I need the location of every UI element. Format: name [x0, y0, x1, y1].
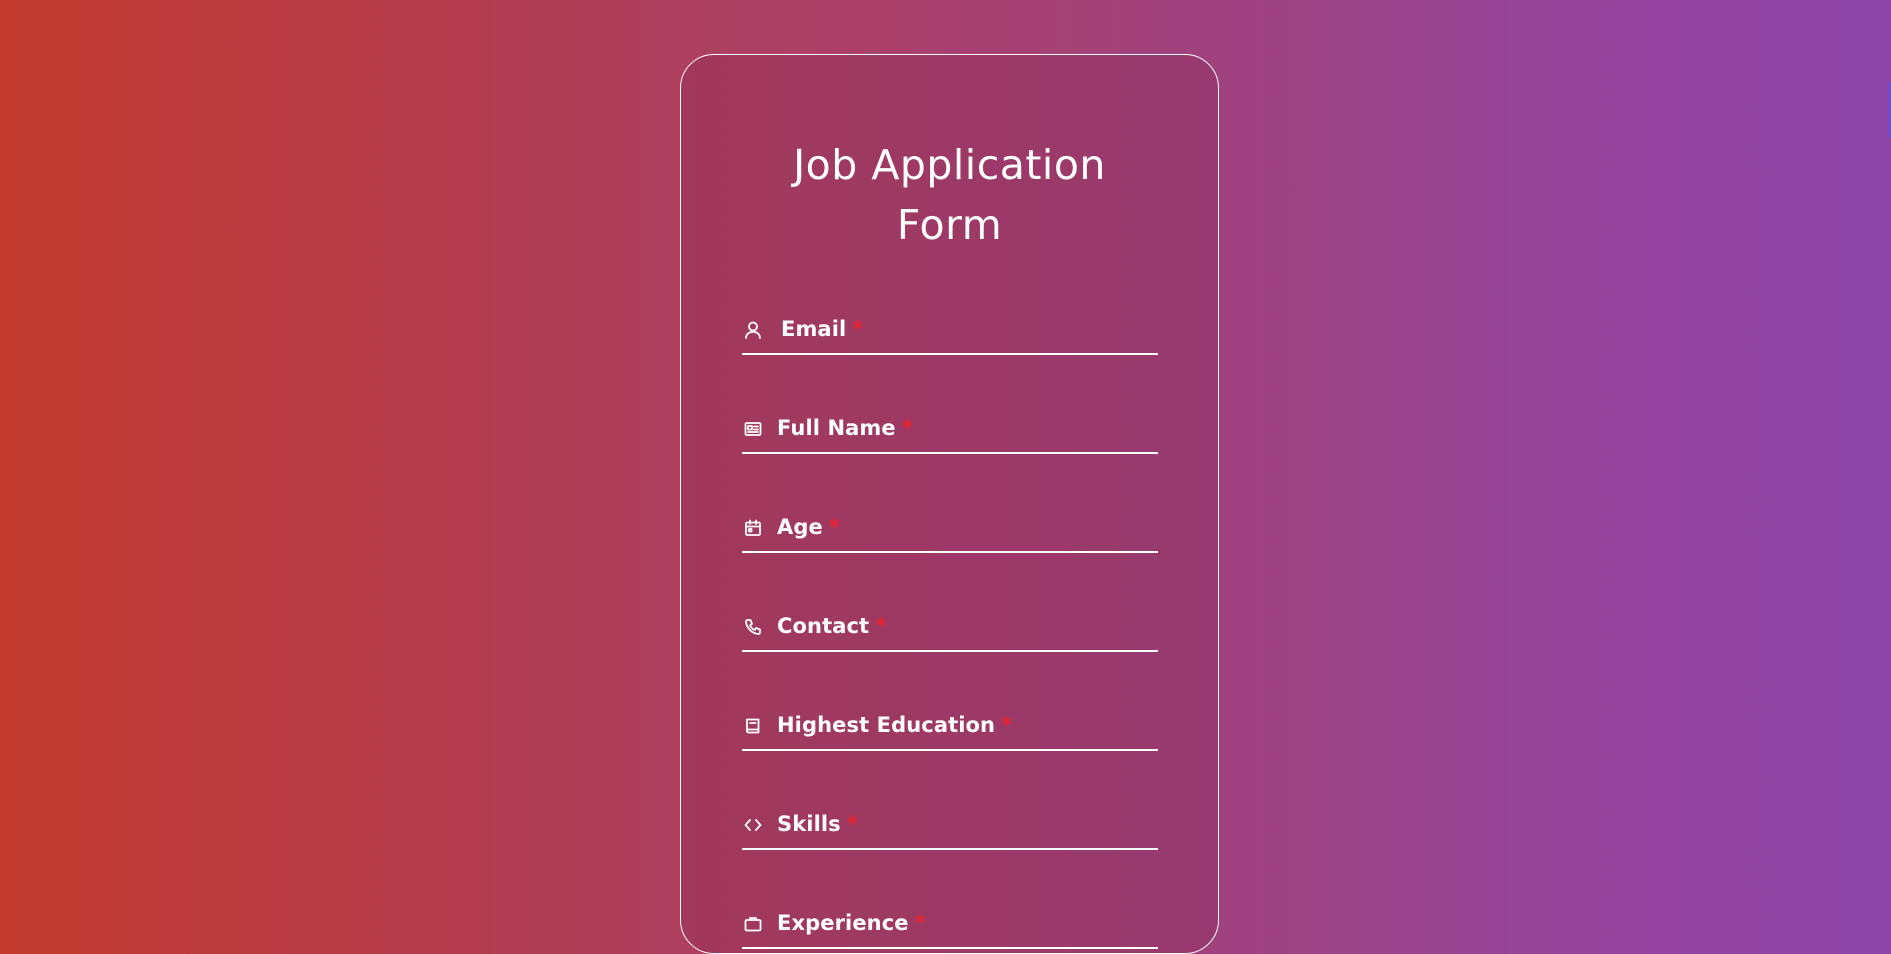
- highest-education-field[interactable]: Highest Education *: [742, 705, 1158, 751]
- email-label: Email *: [781, 317, 864, 341]
- code-icon: [742, 814, 764, 836]
- form-title-line-2: Form: [896, 201, 1003, 249]
- contact-label: Contact *: [777, 614, 887, 638]
- required-marker: *: [875, 614, 887, 638]
- id-card-icon: [742, 418, 764, 440]
- required-marker: *: [828, 515, 840, 539]
- user-icon: [742, 319, 764, 341]
- email-field[interactable]: Email *: [742, 309, 1158, 355]
- experience-field[interactable]: Experience *: [742, 903, 1158, 949]
- required-marker: *: [852, 317, 864, 341]
- required-marker: *: [1001, 713, 1013, 737]
- skills-field[interactable]: Skills *: [742, 804, 1158, 850]
- full-name-field[interactable]: Full Name *: [742, 408, 1158, 454]
- book-icon: [742, 715, 764, 737]
- briefcase-icon: [742, 913, 764, 935]
- skills-label: Skills *: [777, 812, 858, 836]
- full-name-label: Full Name *: [777, 416, 913, 440]
- phone-icon: [742, 616, 764, 638]
- form-title-line-1: Job Application: [793, 141, 1106, 189]
- experience-label: Experience *: [777, 911, 926, 935]
- highest-education-label: Highest Education *: [777, 713, 1013, 737]
- application-form-card: Job Application Form Email * Full Name * A…: [680, 54, 1219, 954]
- required-marker: *: [846, 812, 858, 836]
- age-field[interactable]: Age *: [742, 507, 1158, 553]
- calendar-icon: [742, 517, 764, 539]
- form-title: Job Application Form: [681, 135, 1218, 255]
- age-label: Age *: [777, 515, 840, 539]
- contact-field[interactable]: Contact *: [742, 606, 1158, 652]
- required-marker: *: [901, 416, 913, 440]
- required-marker: *: [914, 911, 926, 935]
